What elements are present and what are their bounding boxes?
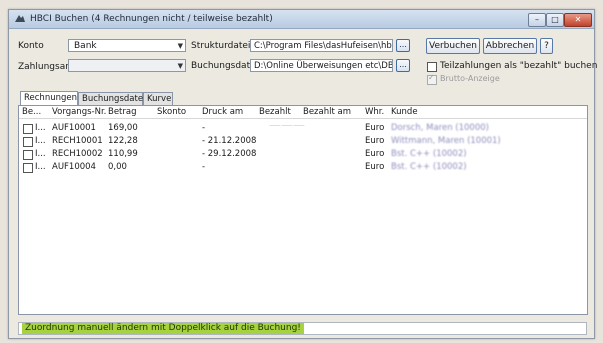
teilzahlungen-checkbox[interactable]: [427, 62, 437, 72]
title-bar[interactable]: HBCI Buchen (4 Rechnungen nicht / teilwe…: [9, 10, 594, 29]
row-kunde: Bst. C++ (10002): [391, 162, 467, 172]
tab-kurve[interactable]: Kurve: [143, 92, 173, 105]
table-row[interactable]: I... AUF10004 0,00 - Euro Bst. C++ (1000…: [19, 162, 585, 173]
row-vorgang: RECH10002: [52, 149, 103, 159]
col-header-druck[interactable]: Druck am: [202, 107, 243, 117]
col-header-vorgang[interactable]: Vorgangs-Nr.: [52, 107, 106, 117]
row-be: I...: [35, 136, 46, 146]
row-waehrung: Euro: [365, 149, 385, 159]
strukturdatei-browse-button[interactable]: ...: [396, 39, 410, 52]
row-druck: -: [202, 162, 206, 172]
buchungsdatei-field[interactable]: D:\Online Überweisungen etc\DB_U:: [250, 59, 393, 72]
strukturdatei-value: C:\Program Files\dasHufeisen\hbciN: [254, 41, 393, 51]
row-betrag: 0,00: [108, 162, 127, 172]
buchungsdatei-browse-button[interactable]: ...: [396, 59, 410, 72]
row-vorgang: RECH10001: [52, 136, 103, 146]
hbci-buchen-window: HBCI Buchen (4 Rechnungen nicht / teilwe…: [8, 9, 598, 339]
row-vorgang: AUF10001: [52, 123, 96, 133]
help-button[interactable]: ?: [540, 38, 553, 54]
tab-buchungsdatei[interactable]: Buchungsdatei: [78, 92, 145, 105]
brutto-label: Brutto-Anzeige: [440, 74, 500, 83]
row-be: I...: [35, 149, 46, 159]
row-checkbox[interactable]: [23, 163, 33, 173]
header-divider: [19, 118, 587, 119]
col-header-skonto[interactable]: Skonto: [157, 107, 186, 117]
col-header-kunde[interactable]: Kunde: [391, 107, 418, 117]
row-betrag: 122,28: [108, 136, 138, 146]
window-title: HBCI Buchen (4 Rechnungen nicht / teilwe…: [30, 14, 273, 24]
row-be: I...: [35, 162, 46, 172]
strukturdatei-field[interactable]: C:\Program Files\dasHufeisen\hbciN: [250, 39, 393, 52]
status-message: Zuordnung manuell ändern mit Doppelklick…: [22, 323, 304, 334]
row-checkbox[interactable]: [23, 150, 33, 160]
minimize-button[interactable]: –: [528, 13, 546, 27]
row-waehrung: Euro: [365, 123, 385, 133]
row-druck: - 21.12.2008: [202, 136, 257, 146]
row-kunde: Bst. C++ (10002): [391, 149, 467, 159]
konto-select[interactable]: Bank ▼: [68, 39, 186, 52]
row-kunde: Dorsch, Maren (10000): [391, 123, 489, 133]
row-checkbox[interactable]: [23, 137, 33, 147]
chevron-down-icon: ▼: [177, 42, 183, 50]
table-row[interactable]: I... AUF10001 169,00 - Euro Dorsch, Mare…: [19, 123, 585, 134]
close-button[interactable]: ✕: [564, 13, 592, 27]
brutto-checkbox[interactable]: [427, 73, 437, 85]
col-header-bezahlt[interactable]: Bezahlt: [259, 107, 291, 117]
strukturdatei-label: Strukturdatei: [191, 41, 251, 51]
konto-label: Konto: [18, 41, 44, 51]
table-row[interactable]: I... RECH10001 122,28 - 21.12.2008 Euro …: [19, 136, 585, 147]
row-vorgang: AUF10004: [52, 162, 96, 172]
buchungsdatei-label: Buchungsdatei: [191, 61, 259, 71]
row-be: I...: [35, 123, 46, 133]
col-header-betrag[interactable]: Betrag: [108, 107, 137, 117]
row-checkbox[interactable]: [23, 124, 33, 134]
col-header-bezahlt-am[interactable]: Bezahlt am: [303, 107, 351, 117]
app-icon: [15, 15, 25, 22]
rechnungen-table[interactable]: ——— Be... Vorgangs-Nr. Betrag Skonto Dru…: [18, 105, 588, 315]
row-druck: -: [202, 123, 206, 133]
buchungsdatei-value: D:\Online Überweisungen etc\DB_U:: [254, 61, 393, 71]
abbrechen-button[interactable]: Abbrechen: [483, 38, 537, 54]
col-header-waehrung[interactable]: Whr.: [365, 107, 384, 117]
konto-value: Bank: [74, 41, 97, 51]
verbuchen-button[interactable]: Verbuchen: [426, 38, 480, 54]
col-header-be[interactable]: Be...: [22, 107, 41, 117]
row-waehrung: Euro: [365, 136, 385, 146]
table-row[interactable]: I... RECH10002 110,99 - 29.12.2008 Euro …: [19, 149, 585, 160]
row-waehrung: Euro: [365, 162, 385, 172]
row-kunde: Wittmann, Maren (10001): [391, 136, 501, 146]
row-druck: - 29.12.2008: [202, 149, 257, 159]
maximize-button[interactable]: □: [546, 13, 564, 27]
chevron-down-icon: ▼: [177, 62, 183, 70]
zahlungsart-select[interactable]: ▼: [68, 59, 186, 72]
zahlungsart-label: Zahlungsart: [18, 62, 73, 72]
row-betrag: 110,99: [108, 149, 138, 159]
status-bar: Zuordnung manuell ändern mit Doppelklick…: [18, 322, 587, 335]
teilzahlungen-label: Teilzahlungen als "bezahlt" buchen: [440, 61, 598, 71]
tab-rechnungen[interactable]: Rechnungen: [20, 91, 78, 106]
row-betrag: 169,00: [108, 123, 138, 133]
